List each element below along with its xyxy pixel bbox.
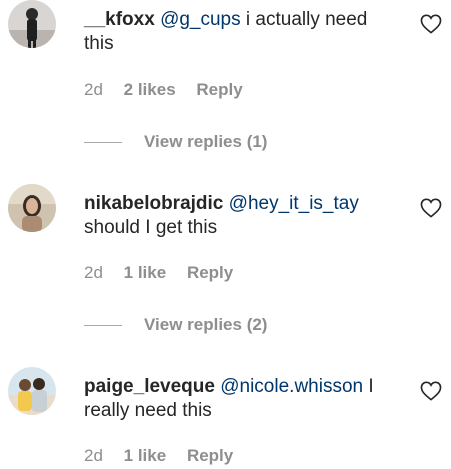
comment-meta: 2d 2 likes Reply	[84, 80, 259, 100]
comment-timestamp: 2d	[84, 446, 103, 465]
comment-body-continued: this	[84, 33, 114, 54]
likes-count[interactable]: 1 like	[124, 263, 167, 282]
divider-line	[84, 141, 122, 143]
heart-outline-icon	[420, 14, 442, 34]
view-replies-label: View replies (2)	[144, 315, 268, 334]
reply-button[interactable]: Reply	[187, 263, 233, 282]
heart-outline-icon	[420, 198, 442, 218]
view-replies-label: View replies (1)	[144, 132, 268, 151]
likes-count[interactable]: 1 like	[124, 446, 167, 465]
comment-body: should I get this	[84, 217, 218, 238]
comment-username[interactable]: paige_leveque	[84, 376, 215, 397]
avatar[interactable]	[8, 367, 56, 415]
comment-body: i actually need	[240, 9, 368, 30]
avatar-photo	[8, 367, 56, 415]
comment-timestamp: 2d	[84, 80, 103, 99]
comment-body-continued: really need this	[84, 400, 212, 421]
heart-outline-icon	[420, 381, 442, 401]
avatar[interactable]	[8, 184, 56, 232]
view-replies-button[interactable]: View replies (2)	[84, 315, 267, 335]
comment-mention[interactable]: @g_cups	[160, 9, 241, 30]
reply-button[interactable]: Reply	[196, 80, 242, 99]
avatar-photo	[8, 184, 56, 232]
divider-line	[84, 324, 122, 326]
comment-text: paige_leveque @nicole.whisson I really n…	[84, 375, 396, 423]
like-button[interactable]	[420, 381, 446, 405]
comment-text: __kfoxx @g_cups i actually need this	[84, 8, 396, 56]
comment-mention[interactable]: @hey_it_is_tay	[229, 193, 359, 214]
likes-count[interactable]: 2 likes	[124, 80, 176, 99]
comment-body: I	[363, 376, 374, 397]
comment-meta: 2d 1 like Reply	[84, 263, 249, 283]
like-button[interactable]	[420, 198, 446, 222]
avatar-photo	[8, 0, 56, 48]
comment-username[interactable]: __kfoxx	[84, 9, 155, 30]
comment-text: nikabelobrajdic @hey_it_is_tay should I …	[84, 192, 396, 240]
comment-timestamp: 2d	[84, 263, 103, 282]
comment-meta: 2d 1 like Reply	[84, 446, 249, 466]
avatar[interactable]	[8, 0, 56, 48]
reply-button[interactable]: Reply	[187, 446, 233, 465]
like-button[interactable]	[420, 14, 446, 38]
view-replies-button[interactable]: View replies (1)	[84, 132, 267, 152]
comment-username[interactable]: nikabelobrajdic	[84, 193, 223, 214]
comment-mention[interactable]: @nicole.whisson	[220, 376, 363, 397]
